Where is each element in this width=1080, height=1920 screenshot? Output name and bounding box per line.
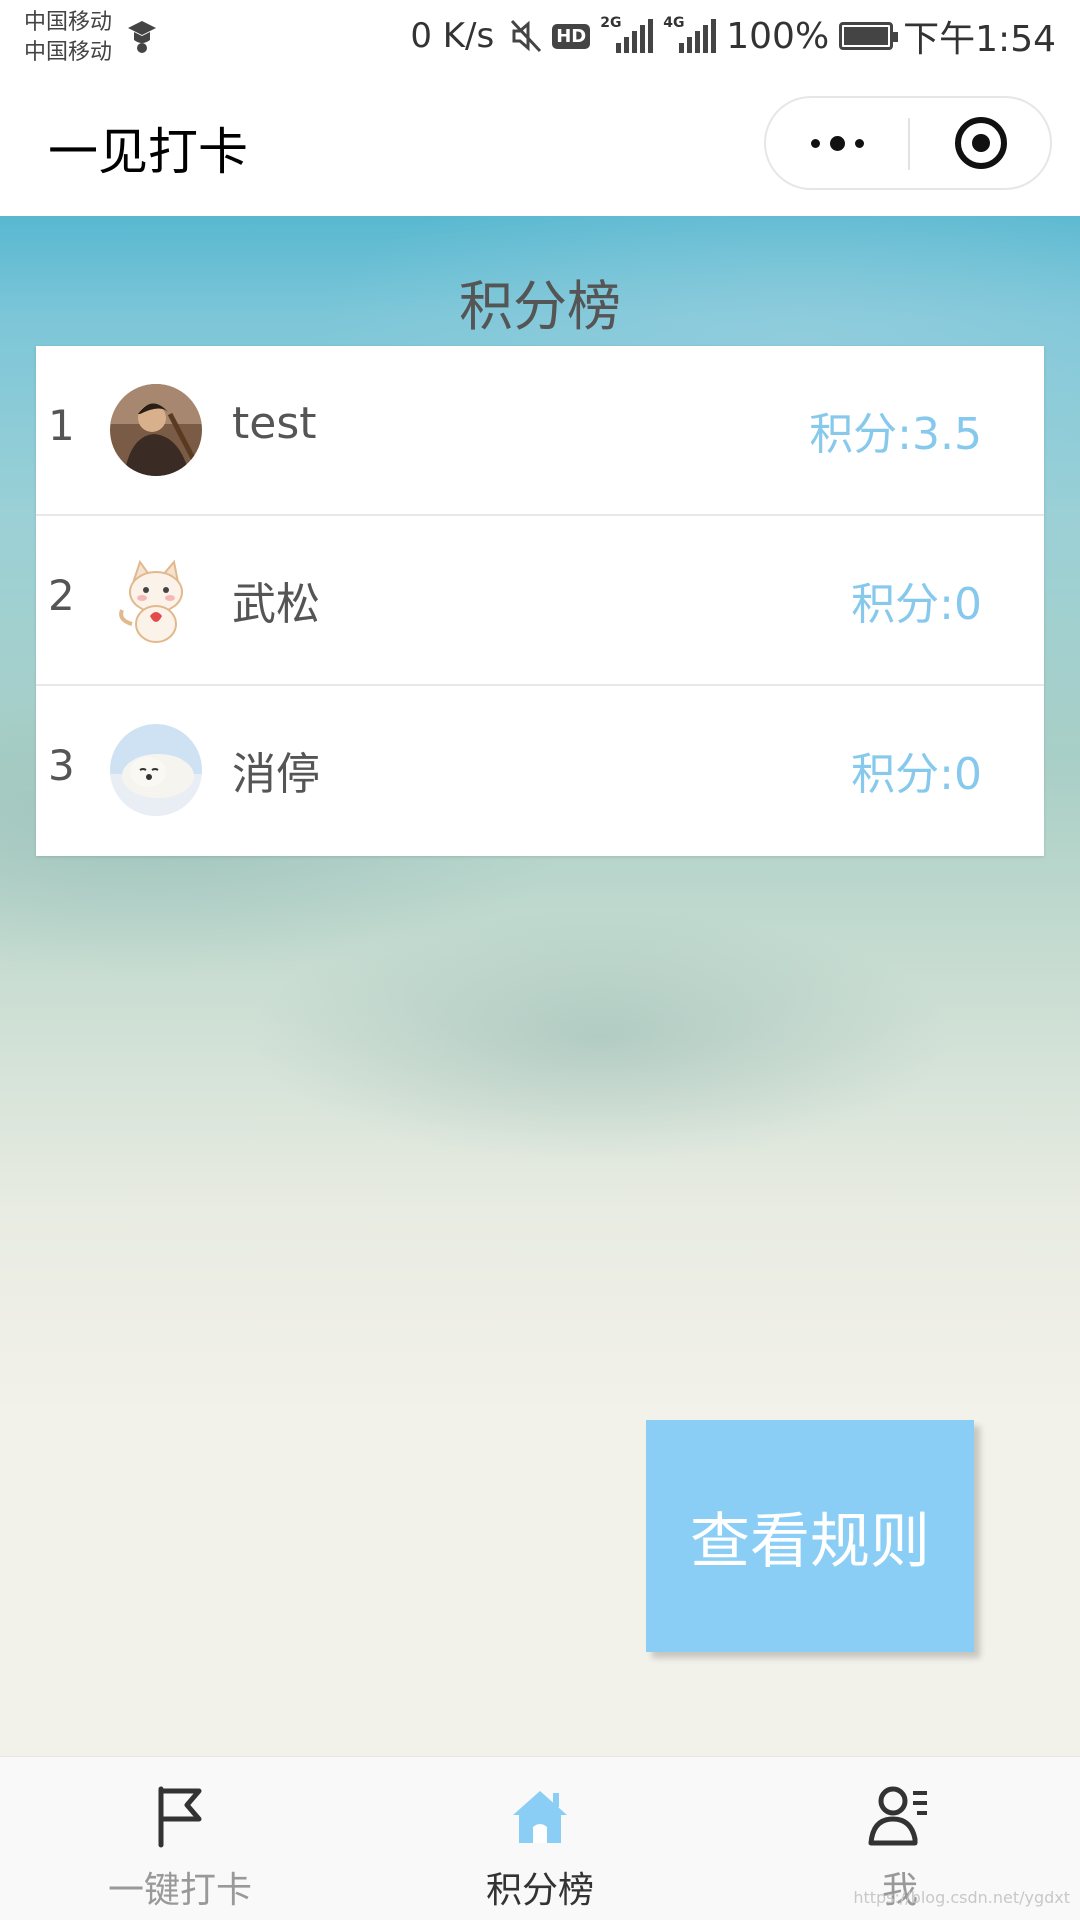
- sim1-generation: 2G: [600, 15, 622, 31]
- battery-percent: 100%: [726, 15, 830, 57]
- score-label: 积分:0: [851, 749, 982, 800]
- rank-number: 1: [48, 401, 75, 450]
- avatar: [110, 554, 202, 646]
- flag-icon: [158, 1786, 202, 1848]
- leaderboard-list: 1 test 积分:3.5 2 武松 积分:0 3 消停 积分:0: [36, 346, 1044, 856]
- signal-icon-sim1: 2G: [600, 15, 654, 53]
- tab-leaderboard[interactable]: 积分榜: [360, 1757, 720, 1920]
- list-item[interactable]: 3 消停 积分:0: [36, 686, 1044, 856]
- avatar: [110, 724, 202, 816]
- mute-icon: [511, 19, 542, 53]
- more-dots-icon[interactable]: [766, 98, 908, 188]
- avatar: [110, 384, 202, 476]
- view-rules-button[interactable]: 查看规则: [646, 1420, 974, 1652]
- carrier-label-2: 中国移动: [24, 40, 113, 65]
- list-item[interactable]: 1 test 积分:3.5: [36, 346, 1044, 516]
- page-title: 积分榜: [459, 275, 621, 338]
- score-label: 积分:3.5: [809, 409, 982, 460]
- home-icon: [513, 1791, 567, 1843]
- status-indicators: 0 K/s HD 2G 4G 100% 下午1:54: [410, 14, 1056, 60]
- tab-checkin[interactable]: 一键打卡: [0, 1757, 360, 1920]
- clock: 下午1:54: [903, 19, 1056, 60]
- status-bar: 中国移动 中国移动 0 K/s HD 2G 4G 100% 下午1:54: [0, 0, 1080, 72]
- user-name: test: [232, 398, 317, 449]
- carrier-info: 中国移动 中国移动: [24, 8, 112, 68]
- tab-label: 一键打卡: [107, 1870, 252, 1911]
- list-item[interactable]: 2 武松 积分:0: [36, 516, 1044, 686]
- rank-number: 2: [48, 571, 75, 620]
- signal-icon-sim2: 4G: [663, 15, 717, 53]
- app-title: 一见打卡: [48, 123, 248, 181]
- hd-badge: HD: [552, 23, 591, 49]
- target-circle-icon[interactable]: [910, 98, 1052, 188]
- score-label: 积分:0: [851, 579, 982, 630]
- net-speed: 0 K/s: [410, 16, 495, 56]
- watermark: https://blog.csdn.net/ygdxt: [853, 1888, 1070, 1907]
- tab-label: 积分榜: [485, 1870, 594, 1911]
- rank-number: 3: [48, 741, 75, 790]
- carrier-label-1: 中国移动: [24, 10, 113, 35]
- graduation-cap-icon: [128, 21, 156, 53]
- miniprogram-capsule: [764, 96, 1052, 190]
- user-name: 消停: [232, 749, 320, 800]
- screen: 中国移动 中国移动 0 K/s HD 2G 4G 100% 下午1:54 一见打…: [0, 0, 1080, 1920]
- nav-bar: 一见打卡: [0, 72, 1080, 216]
- battery-icon: [839, 22, 899, 50]
- sim2-generation: 4G: [663, 15, 685, 31]
- user-name: 武松: [232, 579, 320, 630]
- user-profile-icon: [868, 1786, 927, 1846]
